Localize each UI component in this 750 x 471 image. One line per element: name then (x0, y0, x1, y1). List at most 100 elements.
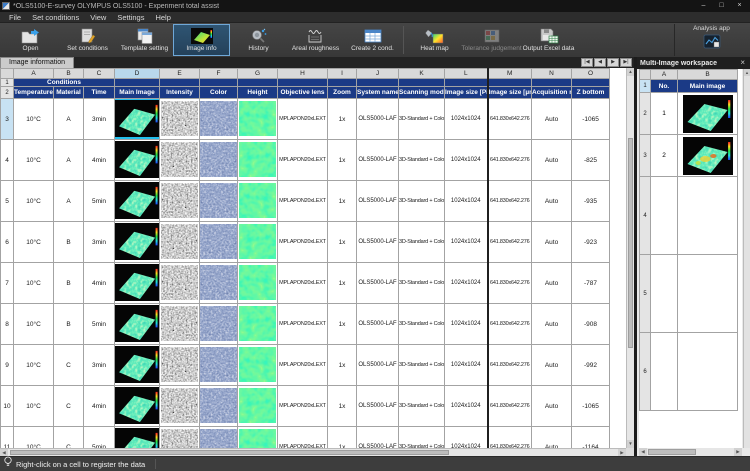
cell-system-name[interactable]: OLS5000-LAF (357, 99, 399, 140)
row-number[interactable]: 11 (1, 427, 14, 449)
cell-main-image[interactable] (115, 386, 160, 427)
cell-objective-lens[interactable]: MPLAPON20xLEXT (278, 427, 328, 449)
menu-file[interactable]: File (4, 12, 26, 23)
cell-time[interactable]: 3min (84, 99, 115, 140)
cell-color-image[interactable] (200, 304, 238, 345)
cell-image-size-pixels[interactable]: 1024x1024 (445, 140, 488, 181)
header-zoom[interactable]: Zoom (328, 87, 357, 99)
header-objective-lens[interactable]: Objective lens (278, 87, 328, 99)
column-letter[interactable]: G (238, 69, 278, 79)
cell-material[interactable]: B (54, 263, 84, 304)
cell-main-image[interactable] (115, 181, 160, 222)
cell-image-size-um[interactable]: 641.830x642.276 (488, 263, 532, 304)
cell-image-size-um[interactable]: 641.830x642.276 (488, 427, 532, 449)
column-letter[interactable]: M (488, 69, 532, 79)
cell-image-size-um[interactable]: 641.830x642.276 (488, 386, 532, 427)
column-letter[interactable]: J (357, 69, 399, 79)
cell-temperature[interactable]: 10°C (14, 99, 54, 140)
cell-objective-lens[interactable]: MPLAPON20xLEXT (278, 345, 328, 386)
cell-time[interactable]: 3min (84, 222, 115, 263)
intensity-thumbnail[interactable] (161, 347, 198, 382)
row-number[interactable]: 7 (1, 263, 14, 304)
tab-image-information[interactable]: Image information (0, 57, 74, 68)
cell-intensity-image[interactable] (160, 140, 200, 181)
cell-temperature[interactable]: 10°C (14, 304, 54, 345)
cell-time[interactable]: 5min (84, 304, 115, 345)
heat-map-button[interactable]: Heat map (406, 24, 463, 56)
cell-system-name[interactable]: OLS5000-LAF (357, 222, 399, 263)
cell-scanning-mode[interactable]: 3D-Standard + Color (399, 304, 445, 345)
cell-main-image[interactable] (115, 263, 160, 304)
row-number[interactable]: 9 (1, 345, 14, 386)
cell-color-image[interactable] (200, 427, 238, 449)
cell-acquisition-mode[interactable]: Auto (532, 304, 572, 345)
cell-acquisition-mode[interactable]: Auto (532, 386, 572, 427)
cell-scanning-mode[interactable]: 3D-Standard + Color (399, 345, 445, 386)
header-z-bottom[interactable]: Z bottom (572, 87, 610, 99)
areal-roughness-button[interactable]: Areal roughness (287, 24, 344, 56)
cell-temperature[interactable]: 10°C (14, 345, 54, 386)
intensity-thumbnail[interactable] (161, 224, 198, 259)
cell-zoom[interactable]: 1x (328, 386, 357, 427)
row-number[interactable]: 2 (1, 87, 14, 99)
cell-scanning-mode[interactable]: 3D-Standard + Color (399, 99, 445, 140)
image-info-button[interactable]: Image info (173, 24, 230, 56)
cell-scanning-mode[interactable]: 3D-Standard + Color (399, 181, 445, 222)
cell-image-size-pixels[interactable]: 1024x1024 (445, 222, 488, 263)
cell-material[interactable]: B (54, 222, 84, 263)
cell-color-image[interactable] (200, 140, 238, 181)
cell-z-bottom[interactable]: -992 (572, 345, 610, 386)
cell-image-size-um[interactable]: 641.830x642.276 (488, 222, 532, 263)
scroll-left-arrow[interactable]: ◀ (0, 449, 8, 456)
ws-row-number[interactable]: 6 (640, 333, 651, 411)
cell-temperature[interactable]: 10°C (14, 386, 54, 427)
cell-intensity-image[interactable] (160, 427, 200, 449)
cell-acquisition-mode[interactable]: Auto (532, 181, 572, 222)
ws-empty-cell[interactable] (678, 177, 738, 255)
cell-main-image[interactable] (115, 304, 160, 345)
ws-main-image-thumbnail[interactable] (678, 93, 738, 135)
cell-acquisition-mode[interactable]: Auto (532, 345, 572, 386)
conditions-merged-header[interactable]: Conditions (14, 79, 115, 87)
cell-temperature[interactable]: 10°C (14, 140, 54, 181)
column-letter[interactable]: I (328, 69, 357, 79)
height-thumbnail[interactable] (239, 265, 276, 300)
vertical-scroll-thumb[interactable] (628, 138, 633, 348)
color-thumbnail[interactable] (200, 224, 237, 259)
cell-objective-lens[interactable]: MPLAPON20xLEXT (278, 304, 328, 345)
cell-system-name[interactable]: OLS5000-LAF (357, 427, 399, 449)
cell-system-name[interactable]: OLS5000-LAF (357, 263, 399, 304)
tolerance-judgement-button[interactable]: Tolerance judgement (463, 24, 520, 56)
cell-objective-lens[interactable]: MPLAPON20xLEXT (278, 181, 328, 222)
cell-intensity-image[interactable] (160, 345, 200, 386)
ws-row-number[interactable]: 3 (640, 135, 651, 177)
cell-image-size-um[interactable]: 641.830x642.276 (488, 99, 532, 140)
cell-height-image[interactable] (238, 140, 278, 181)
cell-scanning-mode[interactable]: 3D-Standard + Color (399, 222, 445, 263)
height-thumbnail[interactable] (239, 101, 276, 136)
cell-height-image[interactable] (238, 386, 278, 427)
ws-column-letter[interactable]: A (651, 70, 678, 80)
cell-zoom[interactable]: 1x (328, 427, 357, 449)
cell-zoom[interactable]: 1x (328, 140, 357, 181)
cell-height-image[interactable] (238, 99, 278, 140)
cell-objective-lens[interactable]: MPLAPON20xLEXT (278, 263, 328, 304)
height-thumbnail[interactable] (239, 224, 276, 259)
menu-settings[interactable]: Settings (112, 12, 149, 23)
height-thumbnail[interactable] (239, 388, 276, 423)
cell-system-name[interactable]: OLS5000-LAF (357, 181, 399, 222)
color-thumbnail[interactable] (200, 306, 237, 341)
header-color[interactable]: Color (200, 87, 238, 99)
ws-empty-cell[interactable] (651, 177, 678, 255)
cell-system-name[interactable]: OLS5000-LAF (357, 345, 399, 386)
cell-acquisition-mode[interactable]: Auto (532, 140, 572, 181)
header-system-name[interactable]: System name (357, 87, 399, 99)
color-thumbnail[interactable] (200, 429, 237, 449)
scroll-up-arrow[interactable]: ▲ (627, 68, 634, 76)
height-thumbnail[interactable] (239, 142, 276, 177)
cell-material[interactable]: A (54, 181, 84, 222)
color-thumbnail[interactable] (200, 347, 237, 382)
cell-image-size-um[interactable]: 641.830x642.276 (488, 181, 532, 222)
main-image-thumbnail[interactable] (115, 264, 160, 301)
cell-height-image[interactable] (238, 222, 278, 263)
